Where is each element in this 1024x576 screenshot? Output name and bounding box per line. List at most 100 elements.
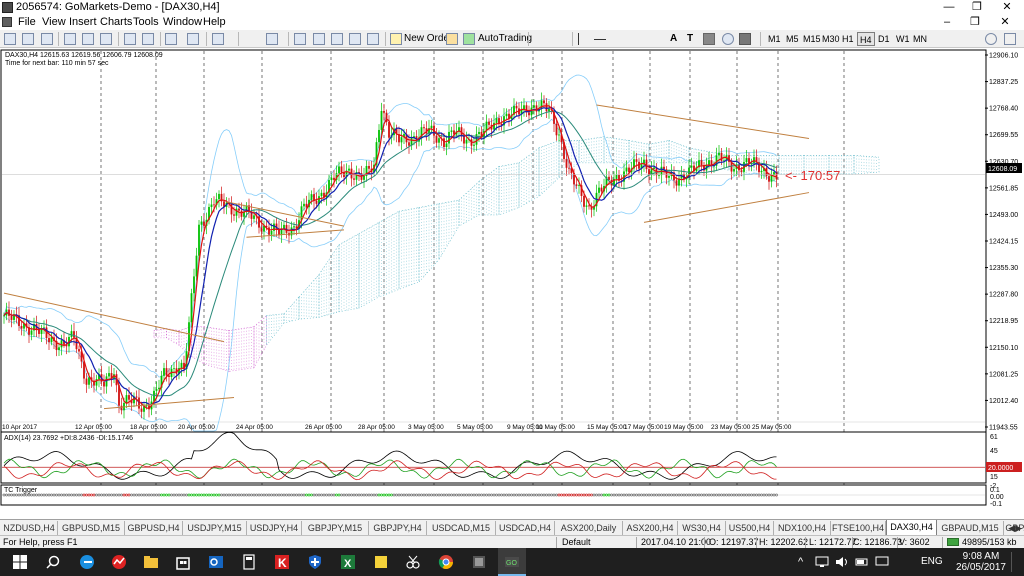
calculator-icon[interactable]: [241, 554, 257, 570]
language-indicator[interactable]: ENG: [921, 548, 943, 576]
fibonacci-icon[interactable]: [648, 33, 660, 45]
metatrader-icon[interactable]: [111, 554, 127, 570]
show-desktop-button[interactable]: [1011, 552, 1021, 572]
zoom-out-icon[interactable]: [82, 33, 94, 45]
timeframe-m5-button[interactable]: M5: [784, 32, 801, 46]
chart-tab[interactable]: ASX200,H4: [623, 521, 678, 535]
tray-chevron-icon[interactable]: ^: [798, 548, 803, 576]
chart-window-icon[interactable]: [2, 17, 12, 27]
edge-browser-icon[interactable]: [79, 554, 95, 570]
chart-tab[interactable]: GBPJPY,M15: [302, 521, 369, 535]
templates-icon[interactable]: [212, 33, 224, 45]
taskbar-clock[interactable]: 9:08 AM 26/05/2017: [956, 551, 1006, 573]
store-icon[interactable]: [175, 554, 191, 570]
terminal-icon[interactable]: [349, 33, 361, 45]
chart-tab[interactable]: USDJPY,H4: [247, 521, 302, 535]
chart-tab[interactable]: FTSE100,H4: [831, 521, 886, 535]
line-chart-icon[interactable]: [41, 33, 53, 45]
minimize-button[interactable]: —: [934, 0, 964, 15]
maximize-button[interactable]: ❐: [962, 0, 992, 15]
timeframe-m1-button[interactable]: M1: [766, 32, 783, 46]
app-icon[interactable]: [471, 554, 487, 570]
channel-icon[interactable]: [630, 33, 642, 45]
menu-insert[interactable]: Insert: [69, 16, 97, 28]
chart-tab[interactable]: NDX100,H4: [774, 521, 831, 535]
menu-tools[interactable]: Tools: [133, 16, 159, 28]
tester-icon[interactable]: [367, 33, 379, 45]
mdi-restore-button[interactable]: ❐: [962, 15, 988, 30]
timeframe-h1-button[interactable]: H1: [840, 32, 856, 46]
chart-tab[interactable]: USDJPY,M15: [183, 521, 247, 535]
timeframe-m30-button[interactable]: M30: [820, 32, 842, 46]
periods-clock-icon[interactable]: [187, 33, 199, 45]
mdi-close-button[interactable]: ✕: [992, 15, 1018, 30]
tile-windows-icon[interactable]: [100, 33, 112, 45]
rectangle-icon[interactable]: [703, 33, 715, 45]
taskbar-active-app[interactable]: GO: [498, 548, 526, 576]
horizontal-line-icon[interactable]: [594, 39, 606, 40]
security-shield-icon[interactable]: [307, 554, 323, 570]
network-icon[interactable]: [815, 556, 829, 568]
chart-tab[interactable]: GBPAUD,M15: [937, 521, 1004, 535]
chat-icon[interactable]: [1004, 33, 1016, 45]
sticky-notes-icon[interactable]: [373, 554, 389, 570]
mdi-minimize-button[interactable]: –: [934, 15, 960, 30]
navigator-icon[interactable]: [294, 33, 306, 45]
menu-file[interactable]: File: [18, 16, 36, 28]
chart-tab[interactable]: USDCAD,M15: [427, 521, 496, 535]
timeframe-h4-button[interactable]: H4: [857, 32, 875, 46]
timeframe-w1-button[interactable]: W1: [894, 32, 912, 46]
text-label-button[interactable]: T: [687, 32, 693, 46]
chart-shift-icon[interactable]: [124, 33, 136, 45]
windows-start-icon[interactable]: [12, 554, 28, 570]
menu-view[interactable]: View: [42, 16, 66, 28]
battery-icon[interactable]: [855, 556, 869, 568]
text-tool-button[interactable]: A: [670, 32, 677, 46]
menu-charts[interactable]: Charts: [100, 16, 132, 28]
ellipse-icon[interactable]: [722, 33, 734, 45]
chart-tab[interactable]: NZDUSD,H4: [1, 521, 58, 535]
timeframe-d1-button[interactable]: D1: [876, 32, 892, 46]
arrows-icon[interactable]: [739, 33, 751, 45]
indicators-icon[interactable]: [165, 33, 177, 45]
display-icon[interactable]: [875, 556, 889, 568]
metaeditor-icon[interactable]: [446, 33, 458, 45]
chart-window[interactable]: 12906.10 12837.25 12768.40 12699.55 12630.70…: [0, 48, 1024, 519]
chart-tab[interactable]: US500,H4: [726, 521, 774, 535]
chart-tab[interactable]: GBPJPY,H4: [369, 521, 427, 535]
data-window-icon[interactable]: [313, 33, 325, 45]
crosshair-icon[interactable]: [552, 33, 564, 45]
chart-tab[interactable]: USDCAD,H4: [496, 521, 555, 535]
chart-tab[interactable]: GBPUSD,H4: [125, 521, 183, 535]
excel-icon[interactable]: X: [340, 554, 356, 570]
autoscroll-icon[interactable]: [142, 33, 154, 45]
search-icon[interactable]: [985, 33, 997, 45]
cursor-icon[interactable]: [534, 33, 546, 45]
price-chart[interactable]: 12906.1012837.2512768.4012699.5512630.70…: [0, 48, 1024, 519]
menu-window[interactable]: Window: [163, 16, 202, 28]
status-traffic: 49895/153 kb: [962, 537, 1017, 547]
chart-tab[interactable]: GBPUSD,M15: [58, 521, 125, 535]
outlook-icon[interactable]: [208, 554, 224, 570]
market-watch-icon[interactable]: [331, 33, 343, 45]
search-icon[interactable]: [45, 554, 61, 570]
menu-help[interactable]: Help: [203, 16, 226, 28]
volume-icon[interactable]: [835, 556, 849, 568]
close-button[interactable]: ✕: [992, 0, 1022, 15]
file-explorer-icon[interactable]: [143, 554, 159, 570]
autotrading-button[interactable]: AutoTrading: [478, 32, 532, 46]
chrome-icon[interactable]: [438, 554, 454, 570]
bar-chart-icon[interactable]: [4, 33, 16, 45]
profiles-icon[interactable]: [266, 33, 278, 45]
chart-tab[interactable]: WS30,H4: [678, 521, 726, 535]
chart-tab[interactable]: DAX30,H4: [886, 520, 937, 536]
tab-scroll-arrows[interactable]: ◀▶: [1008, 522, 1022, 534]
chart-tab[interactable]: ASX200,Daily: [555, 521, 623, 535]
k-app-icon[interactable]: K: [274, 554, 290, 570]
candlestick-chart-icon[interactable]: [22, 33, 34, 45]
snipping-tool-icon[interactable]: [405, 554, 421, 570]
timeframe-mn-button[interactable]: MN: [911, 32, 929, 46]
vertical-line-icon[interactable]: [578, 33, 590, 45]
zoom-in-icon[interactable]: [64, 33, 76, 45]
trendline-icon[interactable]: [612, 33, 624, 45]
